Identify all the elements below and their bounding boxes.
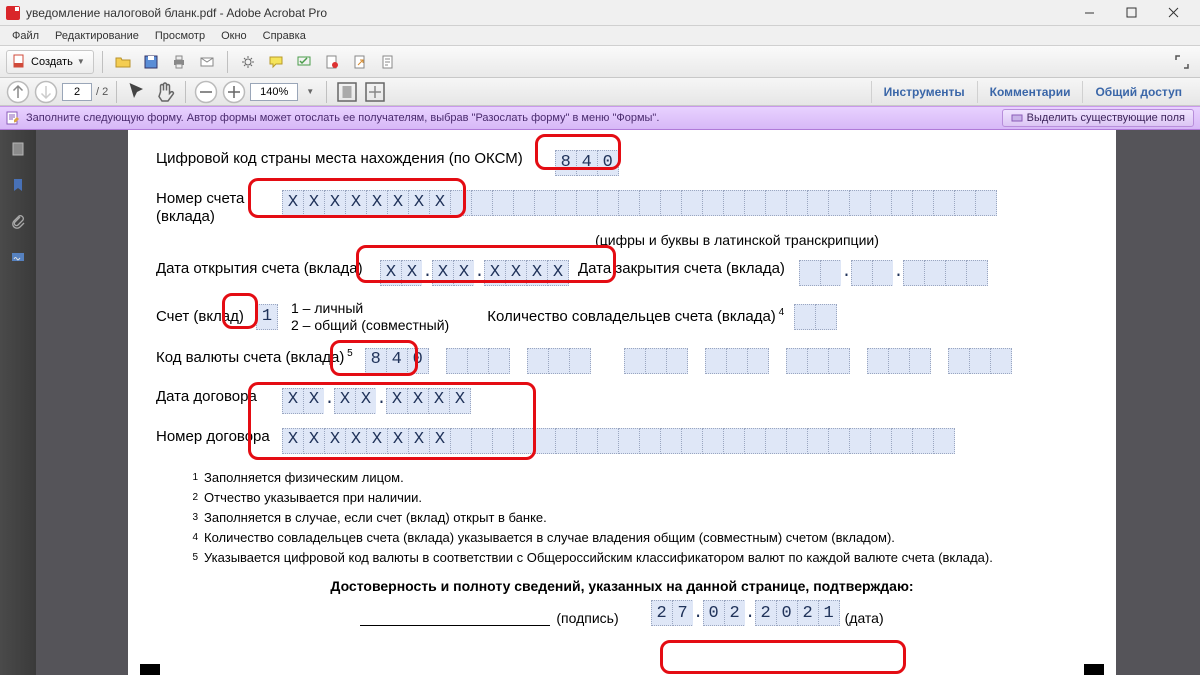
create-button[interactable]: Создать ▼: [6, 50, 94, 74]
confirmation-text: Достоверность и полноту сведений, указан…: [156, 578, 1088, 594]
form-icon: [6, 111, 20, 125]
save-button[interactable]: [139, 50, 163, 74]
account-number-field[interactable]: XXXXXXXX: [282, 190, 996, 216]
contract-number-label: Номер договора: [156, 428, 282, 446]
select-tool-button[interactable]: [125, 80, 149, 104]
pdf-page: Цифровой код страны места нахождения (по…: [128, 130, 1116, 675]
contract-date-field[interactable]: XX.XX.XXXX: [282, 388, 470, 414]
comment-button[interactable]: [264, 50, 288, 74]
nav-toolbar: / 2 ▼ Инструменты Комментарии Общий дост…: [0, 78, 1200, 106]
account-type-label: Счет (вклад): [156, 308, 256, 326]
highlight-fields-label: Выделить существующие поля: [1027, 112, 1185, 124]
signature-line[interactable]: [360, 608, 550, 626]
zoom-in-button[interactable]: [222, 80, 246, 104]
fullscreen-button[interactable]: [1170, 50, 1194, 74]
zoom-out-button[interactable]: [194, 80, 218, 104]
account-type-field[interactable]: 1: [256, 304, 277, 330]
attach-button[interactable]: [376, 50, 400, 74]
coowners-field[interactable]: [794, 304, 836, 330]
zoom-input[interactable]: [250, 83, 298, 101]
country-code-label: Цифровой код страны места нахождения (по…: [156, 150, 523, 168]
menu-window[interactable]: Окно: [213, 28, 255, 44]
fit-width-button[interactable]: [335, 80, 359, 104]
page-up-button[interactable]: [6, 80, 30, 104]
bookmarks-icon[interactable]: [7, 174, 29, 196]
menu-edit[interactable]: Редактирование: [47, 28, 147, 44]
highlight-icon: [1011, 112, 1023, 124]
close-button[interactable]: [1152, 0, 1194, 26]
chevron-down-icon: ▼: [77, 57, 85, 66]
contract-date-label: Дата договора: [156, 388, 282, 406]
menu-bar: Файл Редактирование Просмотр Окно Справк…: [0, 26, 1200, 46]
country-code-field[interactable]: 840: [555, 150, 618, 176]
close-date-label: Дата закрытия счета (вклада): [578, 260, 785, 278]
stamp-button[interactable]: [292, 50, 316, 74]
zoom-dropdown-icon[interactable]: ▼: [302, 87, 318, 96]
signatures-icon[interactable]: [7, 246, 29, 268]
tab-tools[interactable]: Инструменты: [871, 81, 977, 103]
tab-comments[interactable]: Комментарии: [977, 81, 1083, 103]
account-number-label-1: Номер счета: [156, 190, 262, 208]
document-area[interactable]: Цифровой код страны места нахождения (по…: [36, 130, 1200, 675]
coowners-label: Количество совладельцев счета (вклада) 4: [487, 307, 784, 326]
menu-file[interactable]: Файл: [4, 28, 47, 44]
tab-share[interactable]: Общий доступ: [1082, 81, 1194, 103]
marker-left: [140, 664, 160, 675]
workspace: Цифровой код страны места нахождения (по…: [0, 130, 1200, 675]
print-button[interactable]: [167, 50, 191, 74]
page-down-button[interactable]: [34, 80, 58, 104]
menu-view[interactable]: Просмотр: [147, 28, 213, 44]
fit-page-button[interactable]: [363, 80, 387, 104]
open-date-label: Дата открытия счета (вклада): [156, 260, 380, 278]
close-date-field[interactable]: ..: [799, 260, 987, 286]
email-button[interactable]: [195, 50, 219, 74]
account-type-legend-1: 1 – личный: [291, 300, 449, 317]
export-button[interactable]: [348, 50, 372, 74]
signature-label: (подпись): [556, 610, 618, 626]
account-number-note: (цифры и буквы в латинской транскрипции): [386, 232, 1088, 248]
signature-date-field[interactable]: 27.02.2021: [651, 600, 839, 626]
currency-code-field[interactable]: 840: [365, 348, 1029, 374]
attachments-icon[interactable]: [7, 210, 29, 232]
account-type-legend-2: 2 – общий (совместный): [291, 317, 449, 334]
maximize-button[interactable]: [1110, 0, 1152, 26]
form-message-bar: Заполните следующую форму. Автор формы м…: [0, 106, 1200, 130]
right-panel-tabs: Инструменты Комментарии Общий доступ: [871, 81, 1194, 103]
currency-code-label: Код валюты счета (вклада) 5: [156, 348, 353, 367]
menu-help[interactable]: Справка: [255, 28, 314, 44]
signature-date-label: (дата): [845, 610, 884, 626]
highlight-fields-button[interactable]: Выделить существующие поля: [1002, 109, 1194, 127]
thumbnails-icon[interactable]: [7, 138, 29, 160]
window-title: уведомление налоговой бланк.pdf - Adobe …: [26, 6, 327, 20]
contract-number-field[interactable]: XXXXXXXX: [282, 428, 954, 454]
title-bar: уведомление налоговой бланк.pdf - Adobe …: [0, 0, 1200, 26]
gear-button[interactable]: [236, 50, 260, 74]
footnotes: 1Заполняется физическим лицом. 2Отчество…: [180, 468, 1088, 569]
open-button[interactable]: [111, 50, 135, 74]
account-number-label-2: (вклада): [156, 208, 262, 226]
signature-row: (подпись) 27.02.2021 (дата): [156, 600, 1088, 626]
minimize-button[interactable]: [1068, 0, 1110, 26]
main-toolbar: Создать ▼: [0, 46, 1200, 78]
highlight-sig-date: [660, 640, 906, 674]
redact-button[interactable]: [320, 50, 344, 74]
marker-right: [1084, 664, 1104, 675]
page-number-input[interactable]: [62, 83, 92, 101]
page-total: / 2: [96, 86, 108, 98]
open-date-field[interactable]: XX.XX.XXXX: [380, 260, 568, 286]
form-message-text: Заполните следующую форму. Автор формы м…: [26, 112, 659, 124]
hand-tool-button[interactable]: [153, 80, 177, 104]
sidebar: [0, 130, 36, 675]
create-label: Создать: [31, 56, 73, 68]
pdf-icon: [6, 6, 20, 20]
